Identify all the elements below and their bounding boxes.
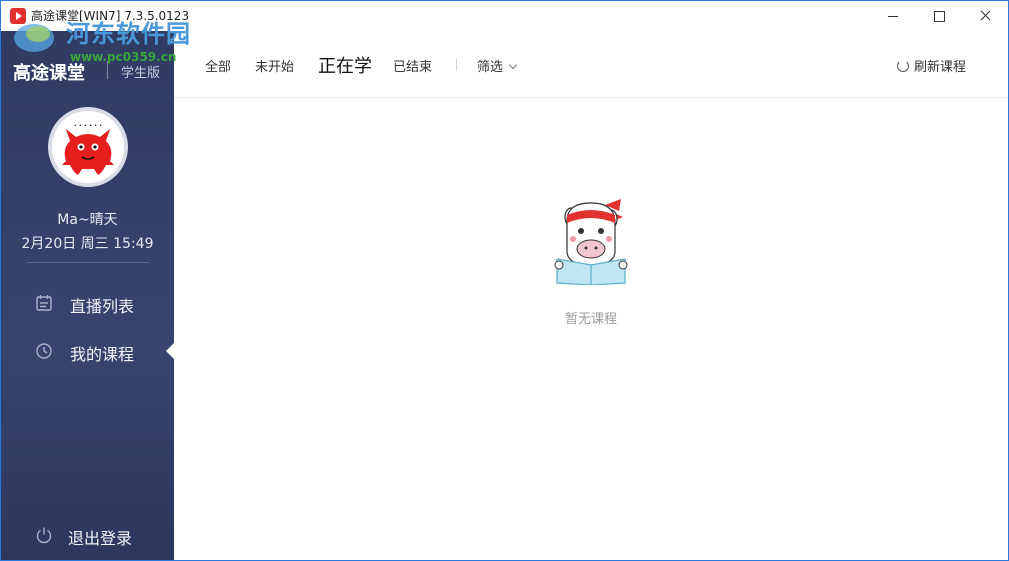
calendar-icon (36, 295, 52, 311)
refresh-icon (897, 60, 909, 72)
tab-not-started[interactable]: 未开始 (255, 56, 294, 75)
window-title: 高途课堂[WIN7] 7.3.5.0123 (31, 9, 190, 23)
sidebar-divider (27, 262, 149, 263)
brand-edition: 学生版 (121, 66, 161, 81)
sidebar: 高途课堂 学生版 · · · · · · Ma~晴天 2月20日 周三 15:4… (1, 31, 174, 560)
avatar-image: · · · · · · (52, 111, 124, 183)
app-window: 高途课堂[WIN7] 7.3.5.0123 高途课堂 学生版 · · · · ·… (0, 0, 1009, 561)
app-logo-icon (10, 8, 26, 24)
maximize-button[interactable] (916, 1, 962, 31)
refresh-label: 刷新课程 (914, 60, 967, 75)
logout-label: 退出登录 (68, 529, 133, 548)
title-bar: 高途课堂[WIN7] 7.3.5.0123 (1, 1, 1008, 31)
username: Ma~晴天 (57, 212, 118, 228)
clock-icon (36, 343, 52, 359)
empty-mascot-icon (554, 199, 628, 285)
tab-in-progress[interactable]: 正在学 (318, 52, 372, 78)
avatar[interactable]: · · · · · · (48, 107, 128, 187)
tab-divider (456, 59, 457, 71)
chevron-down-icon (508, 60, 518, 70)
tab-all[interactable]: 全部 (205, 56, 231, 75)
sidebar-item-label: 我的课程 (70, 345, 135, 364)
svg-text:· · · · · ·: · · · · · · (74, 122, 102, 130)
logout-button[interactable]: 退出登录 (1, 516, 174, 556)
current-datetime: 2月20日 周三 15:49 (21, 236, 154, 252)
refresh-courses-button[interactable]: 刷新课程 (897, 56, 966, 75)
minimize-button[interactable] (870, 1, 916, 31)
brand-divider (107, 61, 108, 79)
filter-dropdown[interactable]: 筛选 (477, 56, 518, 75)
red-monster-avatar-icon: · · · · · · (52, 111, 124, 183)
sidebar-item-live-list[interactable]: 直播列表 (1, 283, 174, 323)
sidebar-item-label: 直播列表 (70, 297, 135, 316)
filter-label: 筛选 (477, 60, 504, 75)
tab-ended[interactable]: 已结束 (393, 56, 432, 75)
course-filter-tabs: 全部 未开始 正在学 已结束 筛选 刷新课程 (174, 31, 1008, 98)
power-icon (36, 527, 52, 544)
empty-state-text: 暂无课程 (564, 312, 617, 327)
close-button[interactable] (962, 1, 1008, 31)
active-indicator (166, 343, 174, 359)
brand-name: 高途课堂 (13, 63, 85, 84)
sidebar-item-my-courses[interactable]: 我的课程 (1, 331, 174, 371)
